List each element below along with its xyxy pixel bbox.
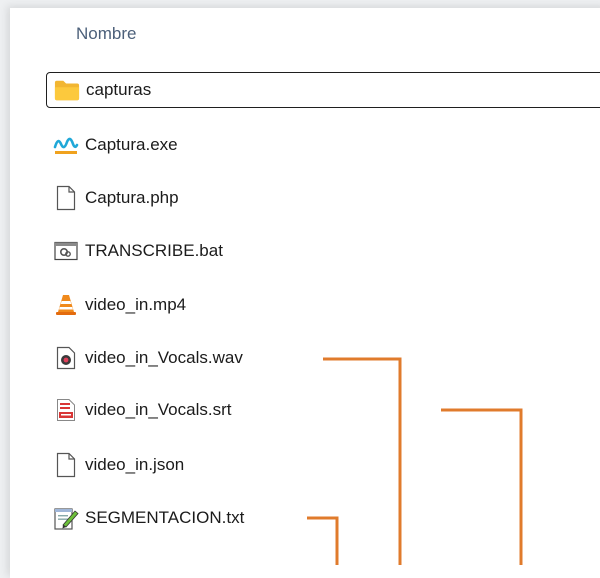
connector-txt <box>307 516 339 565</box>
connector-wav <box>323 357 402 565</box>
connector-annotations <box>307 357 523 565</box>
connector-srt <box>441 408 523 565</box>
